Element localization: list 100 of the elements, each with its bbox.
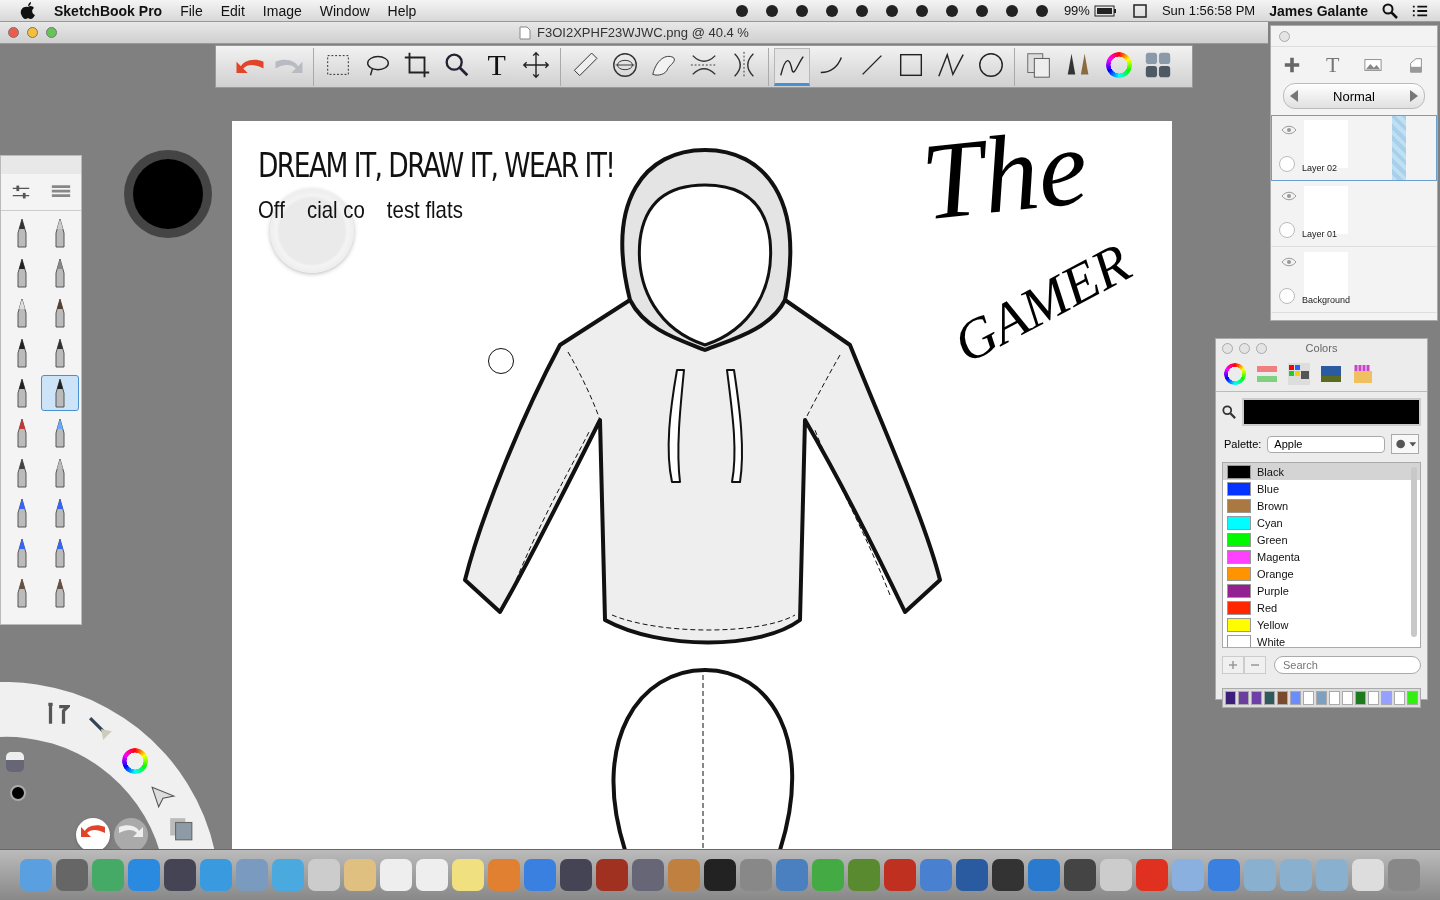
- apple-icon[interactable]: [20, 1, 36, 20]
- tool-button[interactable]: [774, 47, 811, 86]
- blend-mode-selector[interactable]: Normal: [1283, 83, 1425, 109]
- app-icon[interactable]: [1064, 859, 1096, 891]
- color-list-item[interactable]: Brown: [1223, 497, 1420, 514]
- brush-size-dot[interactable]: [10, 785, 26, 801]
- color-swatch[interactable]: [1407, 691, 1418, 705]
- menu-item[interactable]: Image: [262, 2, 302, 19]
- search-field[interactable]: Search: [1274, 656, 1421, 674]
- calendar-icon[interactable]: [1131, 2, 1148, 19]
- sliders-icon[interactable]: [1256, 363, 1278, 385]
- color-list-item[interactable]: Red: [1223, 599, 1420, 616]
- status-icon[interactable]: [853, 2, 870, 19]
- color-list-item[interactable]: Orange: [1223, 565, 1420, 582]
- battery-icon[interactable]: [1093, 3, 1118, 18]
- landscape-image-icon[interactable]: [1320, 363, 1342, 385]
- eye-icon[interactable]: [1281, 125, 1297, 135]
- app-icon[interactable]: [164, 859, 196, 891]
- color-wheel-icon[interactable]: [1224, 363, 1246, 385]
- menu-item[interactable]: Edit: [220, 2, 245, 19]
- scrollbar[interactable]: [1411, 467, 1417, 637]
- pointer-arrow-icon[interactable]: [150, 783, 176, 809]
- close-button[interactable]: [1279, 31, 1290, 42]
- color-list-item[interactable]: Magenta: [1223, 548, 1420, 565]
- color-palette-icon[interactable]: [1288, 363, 1310, 385]
- menu-item[interactable]: File: [180, 2, 203, 19]
- color-swatch[interactable]: [1368, 691, 1379, 705]
- add-text-layer-button[interactable]: T: [1325, 52, 1340, 78]
- layers-icon[interactable]: [168, 816, 194, 842]
- palette-dropdown[interactable]: Apple: [1267, 435, 1385, 453]
- color-swatch[interactable]: [1394, 691, 1405, 705]
- color-swatch[interactable]: [1251, 691, 1262, 705]
- menu-item[interactable]: Help: [387, 2, 417, 19]
- layer-row[interactable]: Layer 01: [1271, 181, 1437, 247]
- color-swatch[interactable]: [1277, 691, 1288, 705]
- zoom-button[interactable]: [1256, 342, 1267, 354]
- app-name-menu[interactable]: SketchBook Pro: [54, 2, 163, 19]
- image-icon[interactable]: [1364, 56, 1382, 74]
- eye-icon[interactable]: [1281, 191, 1297, 201]
- app-icon[interactable]: [596, 859, 628, 891]
- layer-row[interactable]: Layer 02: [1271, 115, 1437, 181]
- status-icon[interactable]: [943, 2, 960, 19]
- app-icon[interactable]: [560, 859, 592, 891]
- opacity-slider[interactable]: [1392, 116, 1406, 180]
- crayon-box-icon[interactable]: [1352, 363, 1374, 385]
- color-list-item[interactable]: Cyan: [1223, 514, 1420, 531]
- eraser-icon[interactable]: [6, 752, 24, 772]
- color-swatch[interactable]: [1290, 691, 1301, 705]
- color-list-item[interactable]: Purple: [1223, 582, 1420, 599]
- status-icon[interactable]: [1003, 2, 1020, 19]
- eye-icon[interactable]: [1281, 257, 1297, 267]
- previous-arrow-icon[interactable]: [1290, 90, 1298, 102]
- user-name[interactable]: James Galante: [1269, 2, 1368, 19]
- menu-clock[interactable]: Sun 1:56:58 PM: [1161, 3, 1256, 18]
- radio-button[interactable]: [1279, 156, 1295, 172]
- color-list-item[interactable]: White: [1223, 633, 1420, 647]
- minimize-button[interactable]: [1239, 342, 1250, 354]
- undo-button[interactable]: [76, 818, 110, 852]
- zoom-button[interactable]: [46, 27, 57, 38]
- status-icon[interactable]: [913, 2, 930, 19]
- status-icon[interactable]: [763, 2, 780, 19]
- status-icon[interactable]: [883, 2, 900, 19]
- add-button[interactable]: [1222, 656, 1244, 674]
- paintbrush-icon[interactable]: [88, 716, 114, 742]
- layer-row[interactable]: Background: [1271, 247, 1437, 313]
- color-swatch[interactable]: [1342, 691, 1353, 705]
- color-list-item[interactable]: Black: [1223, 463, 1420, 480]
- color-swatch[interactable]: [1238, 691, 1249, 705]
- color-swatch[interactable]: [1225, 691, 1236, 705]
- status-icon[interactable]: [793, 2, 810, 19]
- brush-button[interactable]: [41, 375, 79, 411]
- close-button[interactable]: [8, 27, 19, 38]
- status-icon[interactable]: [1033, 2, 1050, 19]
- color-list-item[interactable]: Blue: [1223, 480, 1420, 497]
- radio-button[interactable]: [1279, 222, 1295, 238]
- current-color-well[interactable]: [1242, 398, 1421, 426]
- search-icon[interactable]: [1382, 2, 1398, 19]
- status-icon[interactable]: [823, 2, 840, 19]
- status-icon[interactable]: [973, 2, 990, 19]
- remove-button[interactable]: [1244, 656, 1266, 674]
- color-swatch[interactable]: [1264, 691, 1275, 705]
- redo-button[interactable]: [114, 818, 148, 852]
- color-list-item[interactable]: Yellow: [1223, 616, 1420, 633]
- radio-button[interactable]: [1279, 288, 1295, 304]
- status-icon[interactable]: [733, 2, 750, 19]
- app-icon[interactable]: [704, 859, 736, 891]
- add-icon[interactable]: [1283, 56, 1302, 74]
- color-swatch[interactable]: [1303, 691, 1314, 705]
- next-arrow-icon[interactable]: [1410, 90, 1418, 102]
- color-list-item[interactable]: Green: [1223, 531, 1420, 548]
- color-swatch[interactable]: [1329, 691, 1340, 705]
- color-swatch[interactable]: [1381, 691, 1392, 705]
- app-icon[interactable]: [956, 859, 988, 891]
- color-swatch[interactable]: [1316, 691, 1327, 705]
- minimize-button[interactable]: [27, 27, 38, 38]
- text-tool-button[interactable]: T: [478, 47, 515, 86]
- app-icon[interactable]: [992, 859, 1024, 891]
- menu-item[interactable]: Window: [319, 2, 370, 19]
- close-button[interactable]: [1222, 342, 1233, 354]
- color-swatch[interactable]: [1355, 691, 1366, 705]
